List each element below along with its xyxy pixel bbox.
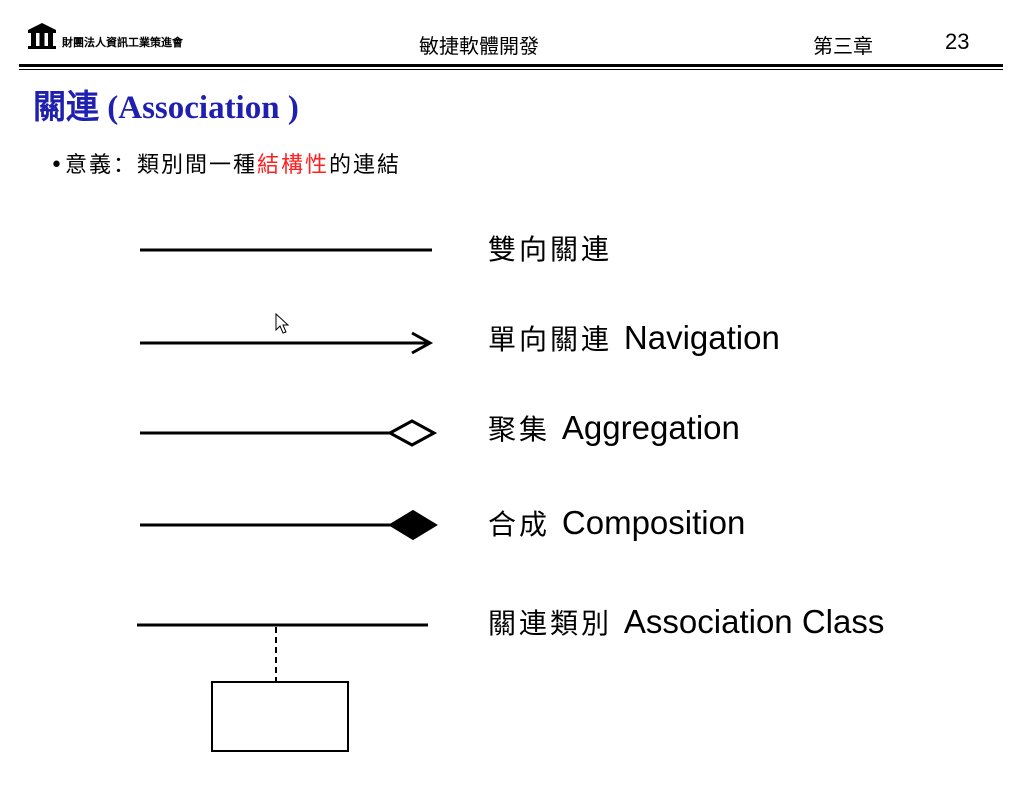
label-navigation: 單向關連 Navigation [488,319,780,356]
aggregation-hollow-diamond [140,419,438,447]
composition-filled-diamond [140,509,438,541]
association-class-notation [137,623,428,752]
label-association-class: 關連類別 Association Class [488,603,885,640]
label-composition: 合成 Composition [488,504,746,541]
uml-notation-diagram [137,248,438,752]
navigation-arrow [140,331,434,355]
label-aggregation: 聚集 Aggregation [488,409,740,446]
label-bidirectional-association: 雙向關連 [488,233,613,266]
mouse-pointer-icon [275,312,290,334]
